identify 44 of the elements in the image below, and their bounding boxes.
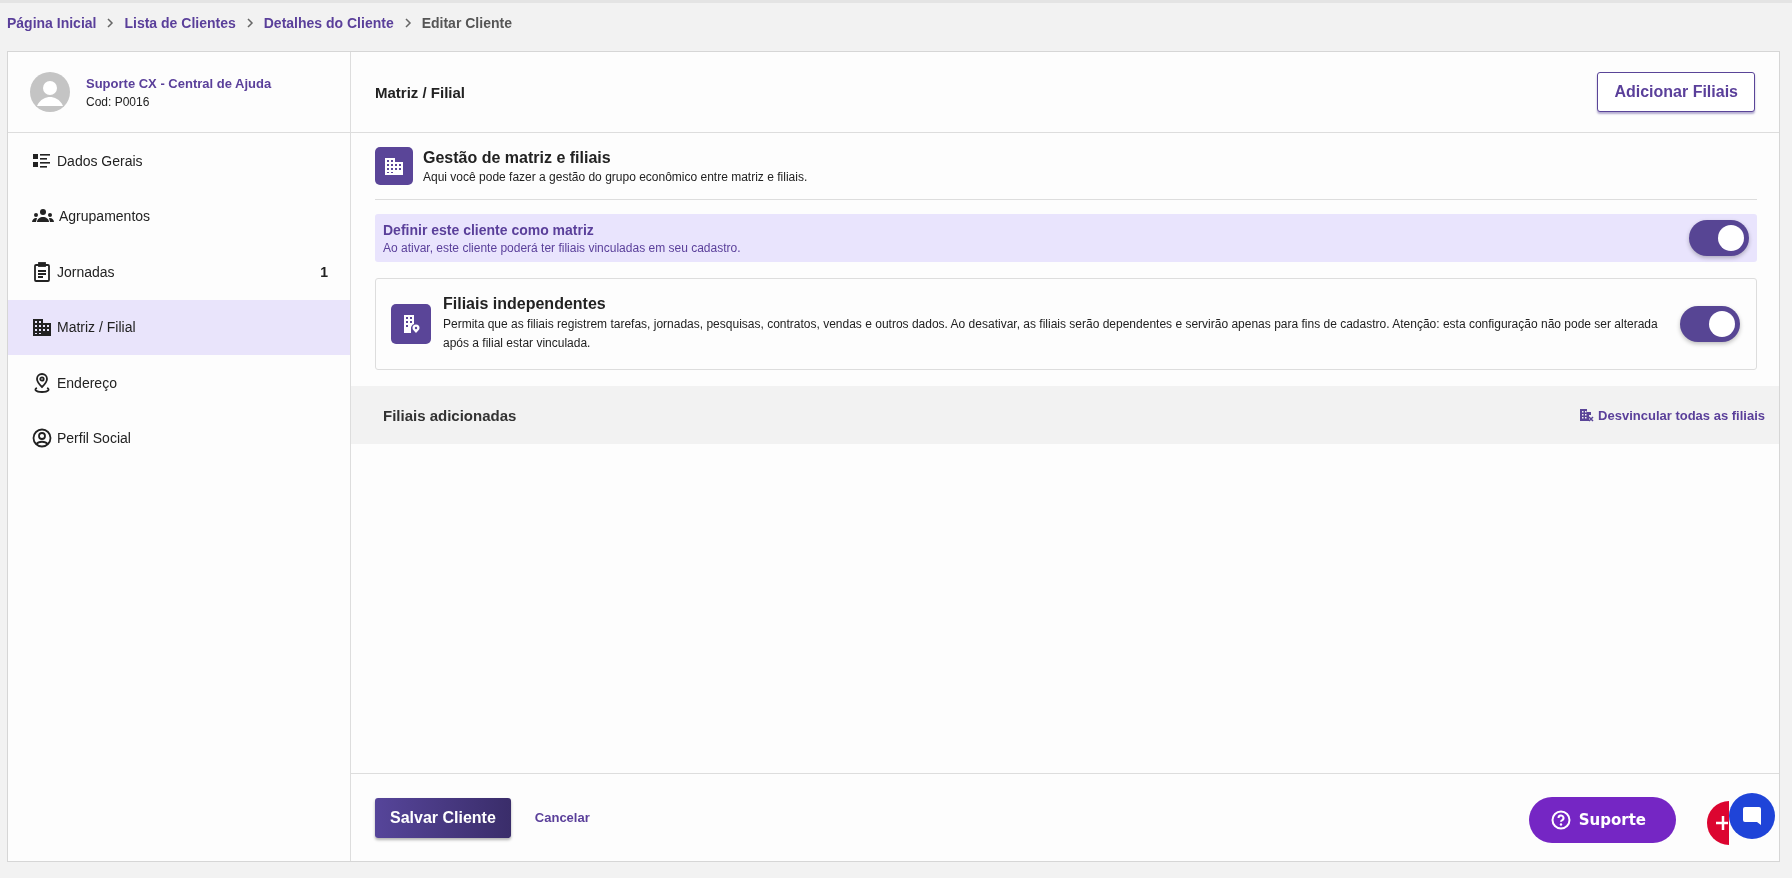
- support-button[interactable]: Suporte: [1528, 797, 1676, 843]
- breadcrumb-link[interactable]: Página Inicial: [7, 15, 97, 31]
- sidebar-item[interactable]: Perfil Social: [8, 410, 350, 466]
- setting-description: Permita que as filiais registrem tarefas, jornadas, pesquisas, contratos, vendas e outros dados. Ao desativar, as filiais serão dependentes e servirão apenas para fins de cadastro. Atenção: esta configuração não pode ser alterada após a filial estar vinculada.: [443, 316, 1659, 352]
- section-description: Aqui você pode fazer a gestão do grupo econômico entre matriz e filiais.: [423, 169, 808, 184]
- location-pin-icon: [32, 372, 52, 393]
- client-name: Suporte CX - Central de Ajuda: [86, 75, 272, 91]
- current-page-label: Editar Cliente: [421, 15, 512, 31]
- plus-icon: [1716, 816, 1728, 830]
- building-unlink-icon: [1580, 408, 1595, 422]
- add-branches-button[interactable]: Adicionar Filiais: [1597, 72, 1755, 112]
- toggle-switch[interactable]: [1689, 220, 1749, 256]
- help-icon: [1550, 810, 1571, 830]
- section-title: Filiais adicionadas: [383, 406, 517, 424]
- chevron-icon: [403, 18, 412, 28]
- sidebar-item[interactable]: Dados Gerais: [8, 133, 350, 189]
- profile-icon: [32, 428, 52, 449]
- breadcrumb-link[interactable]: Lista de Clientes: [124, 15, 236, 31]
- sidebar-item[interactable]: Jornadas 1: [8, 244, 350, 300]
- building-icon: [32, 317, 52, 338]
- save-button[interactable]: Salvar Cliente: [375, 797, 511, 838]
- sidebar-item[interactable]: Agrupamentos: [8, 188, 350, 244]
- panel-title: Matriz / Filial: [375, 83, 465, 101]
- section-title: Gestão de matriz e filiais: [423, 148, 612, 167]
- setting-title: Filiais independentes: [443, 295, 607, 313]
- setting-description: Ao ativar, este cliente poderá ter filiais vinculadas em seu cadastro.: [383, 240, 742, 255]
- cancel-link[interactable]: Cancelar: [534, 810, 590, 825]
- chevron-icon: [106, 18, 115, 28]
- add-fab-button[interactable]: [1707, 801, 1729, 845]
- chat-bubble-icon: [1742, 806, 1762, 826]
- item-count: 1: [320, 263, 328, 280]
- setting-title: Definir este cliente como matriz: [383, 221, 595, 238]
- avatar-icon: [30, 72, 70, 112]
- building-icon: [375, 147, 413, 185]
- sidebar-item[interactable]: Matriz / Filial: [8, 299, 350, 355]
- chat-button[interactable]: [1729, 793, 1775, 839]
- toggle-switch[interactable]: [1680, 306, 1740, 342]
- unlink-all-link[interactable]: Desvincular todas as filiais: [1580, 407, 1765, 423]
- sidebar-item[interactable]: Endereço: [8, 355, 350, 411]
- chevron-icon: [245, 18, 254, 28]
- building-pin-icon: [391, 304, 431, 344]
- client-code: Cod: P0016: [86, 94, 151, 109]
- clipboard-icon: [32, 261, 52, 282]
- breadcrumb-link[interactable]: Detalhes do Cliente: [263, 15, 394, 31]
